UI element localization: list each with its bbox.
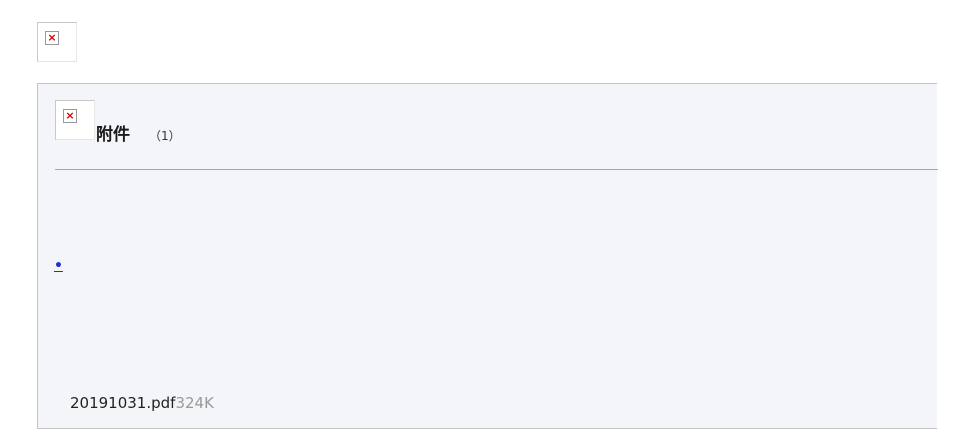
divider xyxy=(55,169,938,170)
attachments-panel: × 附件 （1） • 20191031.pdf324K xyxy=(37,83,938,429)
attachment-bullet-link[interactable]: • xyxy=(54,256,63,276)
image-error-x-icon: × xyxy=(45,31,59,45)
image-error-x-icon: × xyxy=(63,109,77,123)
attachment-file-row: 20191031.pdf324K xyxy=(70,393,214,413)
broken-image-icon: × xyxy=(37,22,77,62)
attachment-file-name[interactable]: 20191031.pdf xyxy=(70,394,175,412)
attachments-count: （1） xyxy=(149,129,181,143)
attachment-header-broken-image-icon: × xyxy=(55,100,95,140)
attachments-title: 附件 xyxy=(96,125,130,145)
attachment-file-size: 324K xyxy=(175,394,214,412)
